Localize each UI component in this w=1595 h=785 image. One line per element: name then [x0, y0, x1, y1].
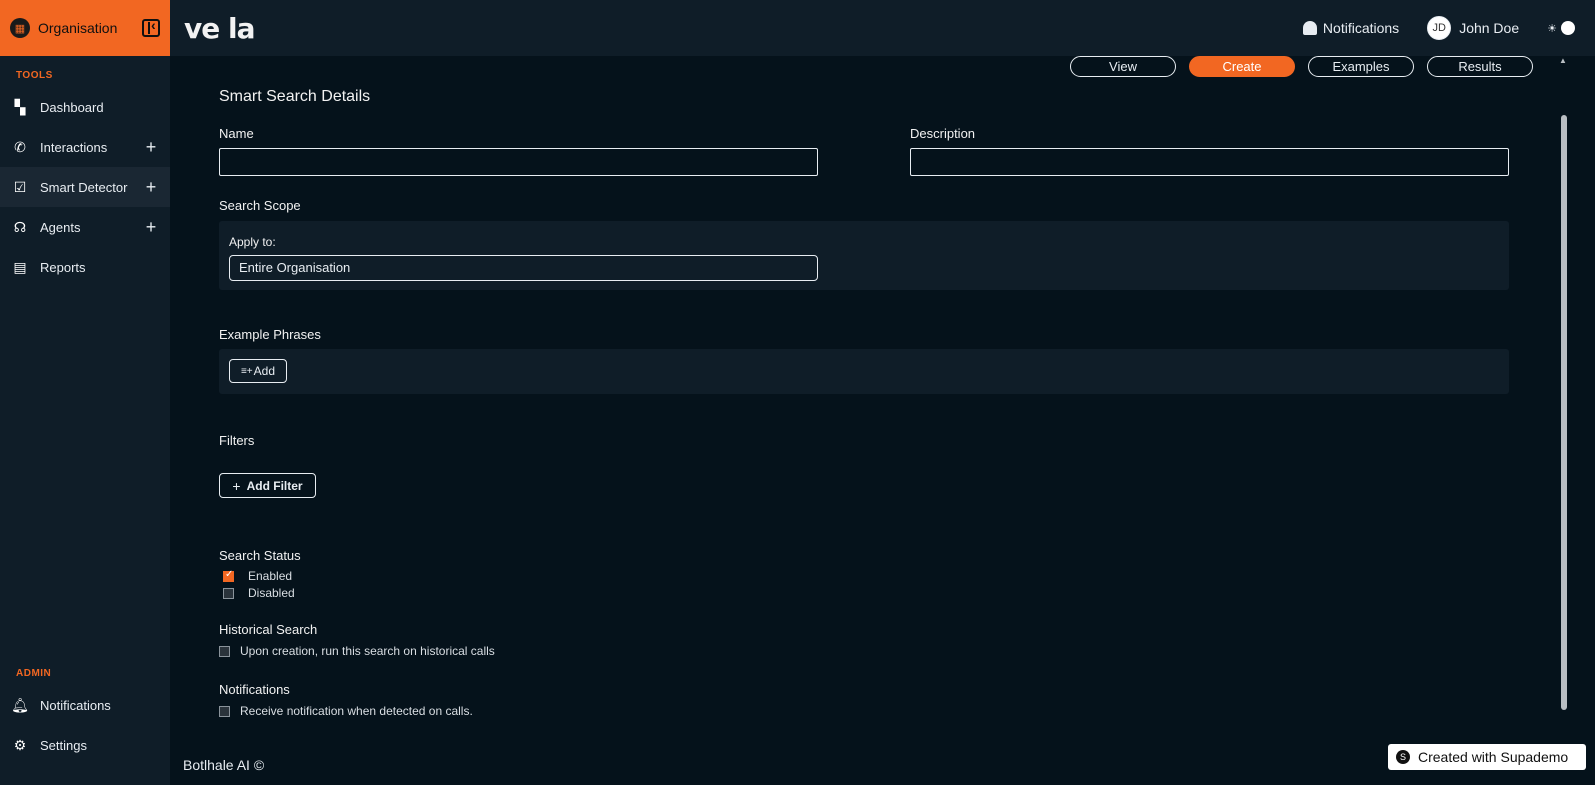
- sidebar-item-agents[interactable]: ☊ Agents +: [0, 207, 170, 247]
- main-scrollbar[interactable]: ▲: [1559, 56, 1567, 710]
- header-actions: Notifications JD John Doe ☀: [1302, 0, 1575, 56]
- top-header: ve la Notifications JD John Doe ☀: [170, 0, 1595, 56]
- status-enabled-option[interactable]: Enabled: [219, 569, 1509, 583]
- playlist-add-icon: ≡+: [240, 365, 253, 377]
- search-status-label: Search Status: [219, 548, 301, 563]
- supademo-label: Created with Supademo: [1418, 749, 1569, 765]
- sidebar-item-label: Agents: [40, 219, 81, 235]
- toggle-knob: [1561, 21, 1575, 35]
- description-input[interactable]: [910, 148, 1509, 176]
- sidebar-item-dashboard[interactable]: ▚ Dashboard: [0, 87, 170, 127]
- dashboard-icon: ▚: [14, 98, 26, 115]
- footer-copyright: Botlhale AI ©: [183, 757, 265, 773]
- apply-to-label: Apply to:: [229, 235, 276, 249]
- description-label: Description: [910, 126, 976, 141]
- expand-plus-icon[interactable]: +: [144, 177, 158, 198]
- organisation-switcher[interactable]: ▦ Organisation: [0, 0, 170, 56]
- building-icon: ▦: [10, 18, 30, 38]
- add-phrase-button[interactable]: ≡+ Add: [229, 359, 287, 383]
- add-filter-label: Add Filter: [246, 478, 303, 493]
- notifications-checkbox[interactable]: [219, 705, 230, 717]
- sidebar-item-label: Reports: [40, 259, 86, 275]
- tab-view[interactable]: View: [1070, 56, 1176, 77]
- header-notifications-label: Notifications: [1322, 20, 1400, 36]
- sidebar-item-label: Dashboard: [40, 99, 104, 115]
- sidebar-item-label: Notifications: [40, 697, 111, 713]
- gear-icon: ⚙: [13, 736, 27, 753]
- sidebar: ▦ Organisation TOOLS ▚ Dashboard ✆ Inter…: [0, 0, 170, 785]
- expand-plus-icon[interactable]: +: [144, 217, 158, 238]
- headset-icon: ☊: [13, 218, 27, 235]
- filters-label: Filters: [219, 433, 255, 448]
- sidebar-item-label: Interactions: [40, 139, 108, 155]
- sidebar-item-smart-detector[interactable]: ☑ Smart Detector +: [0, 167, 170, 207]
- example-phrases-panel: ≡+ Add: [219, 349, 1509, 394]
- theme-toggle[interactable]: ☀: [1547, 21, 1575, 35]
- user-name: John Doe: [1459, 20, 1520, 36]
- disabled-checkbox[interactable]: [223, 587, 234, 599]
- view-tabs: View Create Examples Results: [1070, 56, 1533, 77]
- add-filter-button[interactable]: + Add Filter: [219, 473, 316, 498]
- disabled-label: Disabled: [248, 586, 295, 600]
- historical-search-label: Historical Search: [219, 622, 318, 637]
- phone-icon: ✆: [14, 138, 26, 155]
- bell-icon: 🔔︎: [11, 696, 29, 713]
- organisation-label: Organisation: [38, 20, 118, 36]
- historical-option-label: Upon creation, run this search on histor…: [240, 644, 495, 658]
- name-label: Name: [219, 126, 254, 141]
- sidebar-item-settings[interactable]: ⚙ Settings: [0, 725, 170, 765]
- supademo-logo-icon: S: [1396, 750, 1410, 764]
- sidebar-item-notifications[interactable]: 🔔︎ Notifications: [0, 685, 170, 725]
- scroll-thumb[interactable]: [1561, 115, 1567, 710]
- user-menu[interactable]: JD John Doe: [1427, 16, 1519, 40]
- add-phrase-label: Add: [253, 364, 276, 378]
- bell-icon: [1302, 21, 1317, 35]
- historical-checkbox[interactable]: [219, 645, 230, 657]
- detector-chart-icon: ☑: [13, 178, 27, 195]
- notifications-section-label: Notifications: [219, 682, 290, 697]
- supademo-badge[interactable]: S Created with Supademo: [1388, 744, 1586, 770]
- admin-section: ADMIN 🔔︎ Notifications ⚙ Settings: [0, 668, 170, 765]
- vela-logo: ve la: [184, 11, 255, 45]
- expand-plus-icon[interactable]: +: [144, 137, 158, 158]
- search-scope-label: Search Scope: [219, 198, 301, 213]
- sidebar-item-interactions[interactable]: ✆ Interactions +: [0, 127, 170, 167]
- plus-icon: +: [232, 477, 241, 494]
- historical-search-option[interactable]: Upon creation, run this search on histor…: [219, 644, 1509, 658]
- enabled-checkbox[interactable]: [223, 569, 234, 582]
- collapse-sidebar-icon[interactable]: [142, 17, 160, 37]
- sidebar-item-label: Smart Detector: [40, 179, 128, 195]
- avatar: JD: [1427, 16, 1452, 40]
- logo-text: ve la: [184, 11, 255, 45]
- report-icon: ▤: [13, 258, 27, 275]
- notifications-option[interactable]: Receive notification when detected on ca…: [219, 704, 1509, 718]
- page-title: Smart Search Details: [219, 88, 371, 105]
- tab-results[interactable]: Results: [1427, 56, 1533, 77]
- apply-to-select[interactable]: Entire Organisation: [229, 255, 818, 281]
- admin-section-label: ADMIN: [16, 668, 52, 679]
- name-input[interactable]: [219, 148, 818, 176]
- example-phrases-label: Example Phrases: [219, 327, 321, 342]
- status-disabled-option[interactable]: Disabled: [219, 586, 1509, 600]
- tools-section-label: TOOLS: [16, 70, 53, 81]
- enabled-label: Enabled: [248, 569, 293, 583]
- notifications-option-label: Receive notification when detected on ca…: [240, 704, 473, 718]
- search-scope-panel: Apply to: Entire Organisation: [219, 221, 1509, 290]
- sun-icon: ☀: [1547, 22, 1557, 35]
- scroll-up-arrow-icon[interactable]: ▲: [1559, 56, 1567, 65]
- smart-search-form: Smart Search Details Name Description Se…: [219, 88, 1509, 718]
- header-notifications-button[interactable]: Notifications: [1302, 20, 1400, 36]
- tab-create[interactable]: Create: [1189, 56, 1295, 77]
- tab-examples[interactable]: Examples: [1308, 56, 1414, 77]
- sidebar-item-label: Settings: [40, 737, 87, 753]
- sidebar-item-reports[interactable]: ▤ Reports: [0, 247, 170, 287]
